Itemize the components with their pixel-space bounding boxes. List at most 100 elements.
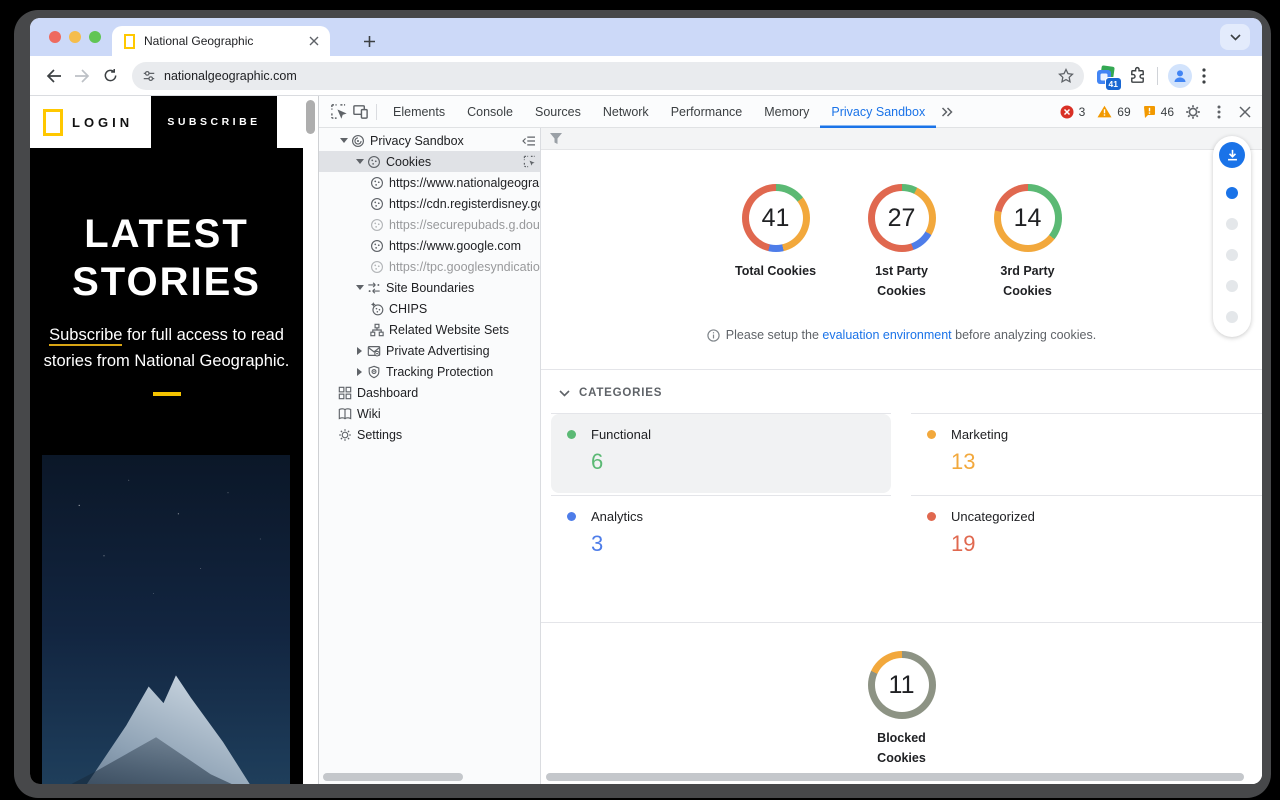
- filter-funnel-icon[interactable]: [549, 132, 563, 145]
- sidebar-hscrollbar-thumb[interactable]: [323, 773, 463, 781]
- toolbar-separator: [1157, 67, 1158, 85]
- toolbar-separator: [376, 104, 377, 120]
- tree-item-https-securepubads-g-doubleclick-net[interactable]: https://securepubads.g.doubleclick.net: [319, 214, 540, 235]
- section-divider: [541, 622, 1262, 623]
- inspect-icon[interactable]: [523, 155, 536, 168]
- evaluation-environment-link[interactable]: evaluation environment: [822, 328, 951, 342]
- more-tabs-icon[interactable]: [936, 101, 958, 123]
- tree-item-chips[interactable]: CHIPS: [319, 298, 540, 319]
- expand-arrow-icon[interactable]: [337, 138, 350, 143]
- category-card-uncategorized[interactable]: Uncategorized19: [911, 495, 1262, 577]
- tree-item-settings[interactable]: Settings: [319, 424, 540, 445]
- tree-item-wiki[interactable]: Wiki: [319, 403, 540, 424]
- nav-dot-4[interactable]: [1226, 280, 1238, 292]
- url-text[interactable]: nationalgeographic.com: [164, 69, 1058, 83]
- subscribe-link[interactable]: Subscribe: [49, 326, 122, 346]
- third-party-cookies-donut[interactable]: 14 3rd Party Cookies: [987, 184, 1069, 301]
- devtools-close-icon[interactable]: [1234, 101, 1256, 123]
- tree-item-tracking-protection[interactable]: Tracking Protection: [319, 361, 540, 382]
- back-button[interactable]: [40, 62, 68, 90]
- blocked-cookies-donut[interactable]: 11 Blocked Cookies: [861, 651, 943, 768]
- nav-dot-5[interactable]: [1226, 311, 1238, 323]
- tree-item-https-www-nationalgeographic-com[interactable]: https://www.nationalgeographic.com: [319, 172, 540, 193]
- cookie-extension-icon[interactable]: 41: [1094, 64, 1118, 88]
- category-card-functional[interactable]: Functional6: [551, 413, 891, 495]
- page-scrollbar-track[interactable]: [303, 96, 318, 784]
- new-tab-button[interactable]: [356, 28, 382, 54]
- bookmark-star-icon[interactable]: [1058, 68, 1074, 84]
- settings-icon: [337, 427, 353, 443]
- tree-item-cookies[interactable]: Cookies: [319, 151, 540, 172]
- download-report-button[interactable]: [1219, 142, 1245, 168]
- tree-item-private-advertising[interactable]: Private Advertising: [319, 340, 540, 361]
- page-headline: LATEST STORIES: [30, 210, 303, 306]
- warning-badge[interactable]: 69: [1097, 105, 1130, 119]
- nav-dot-1[interactable]: [1226, 187, 1238, 199]
- category-dot-icon: [927, 512, 936, 521]
- warning-icon: [1097, 105, 1112, 118]
- device-toolbar-icon[interactable]: [349, 101, 371, 123]
- devtools-tab-network[interactable]: Network: [592, 96, 660, 128]
- collapse-sidebar-icon[interactable]: [522, 135, 536, 147]
- tree-item-site-boundaries[interactable]: Site Boundaries: [319, 277, 540, 298]
- tree-item-dashboard[interactable]: Dashboard: [319, 382, 540, 403]
- total-cookies-donut[interactable]: 41 Total Cookies: [735, 184, 817, 301]
- tree-item-label: Dashboard: [357, 386, 418, 400]
- profile-avatar[interactable]: [1168, 64, 1192, 88]
- tab-title: National Geographic: [144, 34, 306, 48]
- tree-item-label: Private Advertising: [386, 344, 490, 358]
- privacy-sandbox-icon: [350, 133, 366, 149]
- tab-close-icon[interactable]: [306, 33, 322, 49]
- expand-arrow-icon[interactable]: [353, 159, 366, 164]
- maximize-window-button[interactable]: [89, 31, 101, 43]
- browser-menu-kebab-icon[interactable]: [1202, 68, 1206, 84]
- first-party-cookies-label: 1st Party Cookies: [861, 261, 943, 301]
- nav-dot-3[interactable]: [1226, 249, 1238, 261]
- devtools-settings-gear-icon[interactable]: [1182, 101, 1204, 123]
- tree-item-related-website-sets[interactable]: Related Website Sets: [319, 319, 540, 340]
- story-card-image[interactable]: A one-of-a-kind journey into the Amazon: [42, 455, 290, 784]
- login-button[interactable]: LOGIN: [72, 115, 133, 130]
- reload-button[interactable]: [96, 62, 124, 90]
- extension-badge: 41: [1105, 77, 1122, 91]
- window-controls: [49, 31, 101, 43]
- tab-search-button[interactable]: [1220, 24, 1250, 50]
- categories-section-header[interactable]: CATEGORIES: [541, 370, 1262, 413]
- devtools-menu-kebab-icon[interactable]: [1208, 101, 1230, 123]
- tree-item-label: https://cdn.registerdisney.go.com: [389, 197, 540, 211]
- subscribe-button[interactable]: SUBSCRIBE: [151, 96, 277, 148]
- browser-toolbar: nationalgeographic.com 41: [30, 56, 1262, 96]
- tree-item-https-www-google-com[interactable]: https://www.google.com: [319, 235, 540, 256]
- category-card-marketing[interactable]: Marketing13: [911, 413, 1262, 495]
- tree-item-https-cdn-registerdisney-go-com[interactable]: https://cdn.registerdisney.go.com: [319, 193, 540, 214]
- browser-tab[interactable]: National Geographic: [112, 26, 330, 56]
- close-window-button[interactable]: [49, 31, 61, 43]
- nav-dot-2[interactable]: [1226, 218, 1238, 230]
- minimize-window-button[interactable]: [69, 31, 81, 43]
- tree-item-https-tpc-googlesyndication-com[interactable]: https://tpc.googlesyndication.com: [319, 256, 540, 277]
- category-card-analytics[interactable]: Analytics3: [551, 495, 891, 577]
- error-badge[interactable]: 3: [1060, 105, 1086, 119]
- collapse-arrow-icon[interactable]: [353, 347, 366, 355]
- devtools-tab-performance[interactable]: Performance: [660, 96, 754, 128]
- privacy-sandbox-sidebar: Privacy SandboxCookieshttps://www.nation…: [319, 128, 541, 784]
- issues-badge[interactable]: 46: [1143, 105, 1174, 119]
- natgeo-logo[interactable]: [43, 109, 63, 136]
- main-hscrollbar-thumb[interactable]: [546, 773, 1244, 781]
- collapse-arrow-icon[interactable]: [353, 368, 366, 376]
- expand-arrow-icon[interactable]: [353, 285, 366, 290]
- site-info-icon[interactable]: [142, 69, 156, 83]
- cookie-icon: [366, 154, 382, 170]
- inspect-element-icon[interactable]: [327, 101, 349, 123]
- devtools-tab-sources[interactable]: Sources: [524, 96, 592, 128]
- page-scrollbar-thumb[interactable]: [306, 100, 315, 134]
- devtools-tab-console[interactable]: Console: [456, 96, 524, 128]
- first-party-cookies-donut[interactable]: 27 1st Party Cookies: [861, 184, 943, 301]
- forward-button[interactable]: [68, 62, 96, 90]
- devtools-tab-elements[interactable]: Elements: [382, 96, 456, 128]
- devtools-tab-privacy-sandbox[interactable]: Privacy Sandbox: [820, 96, 936, 128]
- tree-item-privacy-sandbox[interactable]: Privacy Sandbox: [319, 130, 540, 151]
- extensions-puzzle-icon[interactable]: [1128, 66, 1147, 85]
- address-bar[interactable]: nationalgeographic.com: [132, 62, 1084, 90]
- devtools-tab-memory[interactable]: Memory: [753, 96, 820, 128]
